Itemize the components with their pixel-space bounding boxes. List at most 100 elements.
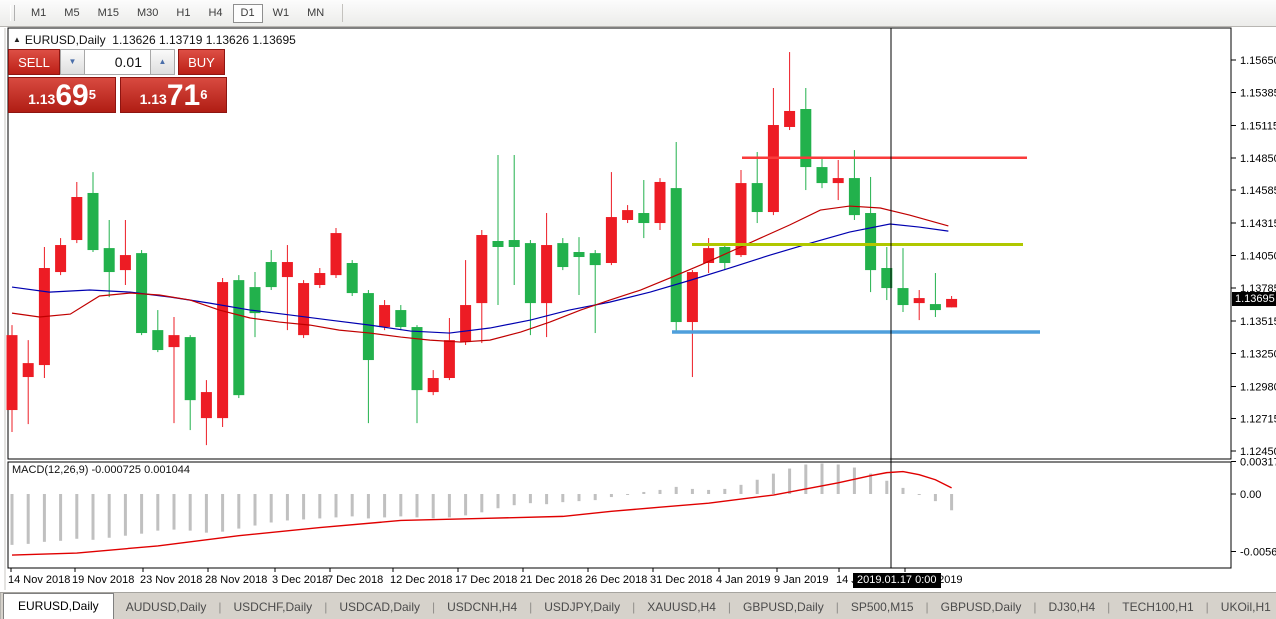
candle-body xyxy=(768,125,779,212)
volume-decrease-button[interactable]: ▼ xyxy=(60,49,85,75)
symbol-tab-xauusd-h4[interactable]: XAUUSD,H4 xyxy=(635,595,728,619)
price-tick-label: 1.13515 xyxy=(1240,316,1276,328)
macd-hist-bar xyxy=(529,494,532,503)
date-label: 9 Jan 2019 xyxy=(774,574,828,586)
symbol-tab-gbpusd-daily[interactable]: GBPUSD,Daily xyxy=(929,595,1034,619)
timeframe-button-h4[interactable]: H4 xyxy=(200,4,230,23)
symbol-tab-usdcnh-h4[interactable]: USDCNH,H4 xyxy=(435,595,529,619)
toolbar-grip[interactable] xyxy=(10,5,15,21)
symbol-tab-dj30-h4[interactable]: DJ30,H4 xyxy=(1036,595,1107,619)
macd-hist-bar xyxy=(723,489,726,494)
candle-body xyxy=(88,193,99,250)
symbol-tab-usdcad-daily[interactable]: USDCAD,Daily xyxy=(327,595,432,619)
macd-tick-label: 0.00 xyxy=(1240,489,1261,501)
candle-body xyxy=(444,340,455,378)
timeframe-button-mn[interactable]: MN xyxy=(299,4,332,23)
macd-hist-bar xyxy=(480,494,483,512)
candle-body xyxy=(412,327,423,390)
price-tick-label: 1.14850 xyxy=(1240,153,1276,165)
candle-body xyxy=(930,304,941,310)
macd-hist-bar xyxy=(399,494,402,516)
macd-hist-bar xyxy=(772,474,775,494)
timeframe-button-w1[interactable]: W1 xyxy=(265,4,298,23)
macd-hist-bar xyxy=(302,494,305,519)
candle-body xyxy=(946,299,957,307)
timeframe-button-m30[interactable]: M30 xyxy=(129,4,166,23)
candle-body xyxy=(655,182,666,223)
macd-hist-bar xyxy=(642,492,645,494)
price-tick-label: 1.15385 xyxy=(1240,87,1276,99)
chart-title: ▲EURUSD,Daily 1.13626 1.13719 1.13626 1.… xyxy=(13,33,296,47)
candle-body xyxy=(331,233,342,275)
candle-body xyxy=(898,288,909,305)
macd-hist-bar xyxy=(545,494,548,504)
buy-button[interactable]: BUY xyxy=(178,49,225,75)
macd-hist-bar xyxy=(43,494,46,542)
candle-body xyxy=(784,111,795,127)
candle-body xyxy=(865,213,876,270)
symbol-tab-tech100-h1[interactable]: TECH100,H1 xyxy=(1110,595,1205,619)
timeframe-button-m5[interactable]: M5 xyxy=(56,4,87,23)
candle-body xyxy=(250,287,261,313)
macd-hist-bar xyxy=(885,481,888,494)
candle-body xyxy=(314,273,325,285)
price-tick-label: 1.14315 xyxy=(1240,218,1276,230)
symbol-tab-gbpusd-daily[interactable]: GBPUSD,Daily xyxy=(731,595,836,619)
candle-body xyxy=(428,378,439,392)
volume-increase-button[interactable]: ▲ xyxy=(150,49,175,75)
symbol-tab-ukoil-h1[interactable]: UKOil,H1 xyxy=(1209,595,1276,619)
macd-hist-bar xyxy=(448,494,451,517)
candle-body xyxy=(120,255,131,270)
candle-body xyxy=(671,188,682,322)
sell-button[interactable]: SELL xyxy=(8,49,60,75)
one-click-trade-widget: SELL ▼ 0.01 ▲ BUY 1.13695 1.13716 xyxy=(8,49,230,113)
candle-body xyxy=(590,253,601,265)
chart-region: 1.156501.153851.151151.148501.145851.143… xyxy=(0,27,1276,592)
candle-body xyxy=(557,243,568,267)
candle-body xyxy=(71,197,82,240)
symbol-tab-usdjpy-daily[interactable]: USDJPY,Daily xyxy=(532,595,632,619)
macd-hist-bar xyxy=(173,494,176,530)
candle-body xyxy=(509,240,520,247)
date-label: 14 Nov 2018 xyxy=(8,574,70,586)
macd-hist-bar xyxy=(92,494,95,540)
candle-body xyxy=(185,337,196,400)
macd-tick-label: -0.005667 xyxy=(1240,547,1276,559)
candle-body xyxy=(379,305,390,327)
candle-body xyxy=(233,280,244,395)
macd-hist-bar xyxy=(740,485,743,494)
collapse-triangle-icon[interactable]: ▲ xyxy=(13,35,21,44)
timeframe-button-d1[interactable]: D1 xyxy=(233,4,263,23)
timeframe-button-m15[interactable]: M15 xyxy=(90,4,127,23)
macd-hist-bar xyxy=(75,494,78,539)
price-tick-label: 1.12980 xyxy=(1240,381,1276,393)
macd-hist-bar xyxy=(513,494,516,505)
buy-price-panel[interactable]: 1.13716 xyxy=(120,77,227,113)
tabbar-grip[interactable] xyxy=(0,593,1,619)
symbol-tab-eurusd-daily[interactable]: EURUSD,Daily xyxy=(3,593,114,619)
macd-hist-bar xyxy=(189,494,192,531)
symbol-tab-audusd-daily[interactable]: AUDUSD,Daily xyxy=(114,595,219,619)
candle-body xyxy=(152,330,163,350)
candle-body xyxy=(201,392,212,418)
chart-symbol-label: EURUSD,Daily xyxy=(25,33,106,47)
timeframe-button-h1[interactable]: H1 xyxy=(168,4,198,23)
toolbar-separator xyxy=(342,4,343,22)
macd-hist-bar xyxy=(918,494,921,495)
sell-price-panel[interactable]: 1.13695 xyxy=(8,77,116,113)
macd-hist-bar xyxy=(626,494,629,495)
candle-body xyxy=(606,217,617,263)
macd-hist-bar xyxy=(108,494,111,538)
candle-body xyxy=(817,167,828,183)
macd-hist-bar xyxy=(756,480,759,494)
macd-hist-bar xyxy=(675,487,678,494)
symbol-tab-sp500-m15[interactable]: SP500,M15 xyxy=(839,595,926,619)
candle-body xyxy=(703,248,714,263)
candle-body xyxy=(169,335,180,347)
symbol-tab-usdchf-daily[interactable]: USDCHF,Daily xyxy=(222,595,325,619)
macd-hist-bar xyxy=(124,494,127,536)
date-label: 21 Dec 2018 xyxy=(520,574,582,586)
volume-input[interactable]: 0.01 xyxy=(85,49,150,75)
candle-body xyxy=(833,178,844,183)
timeframe-button-m1[interactable]: M1 xyxy=(23,4,54,23)
